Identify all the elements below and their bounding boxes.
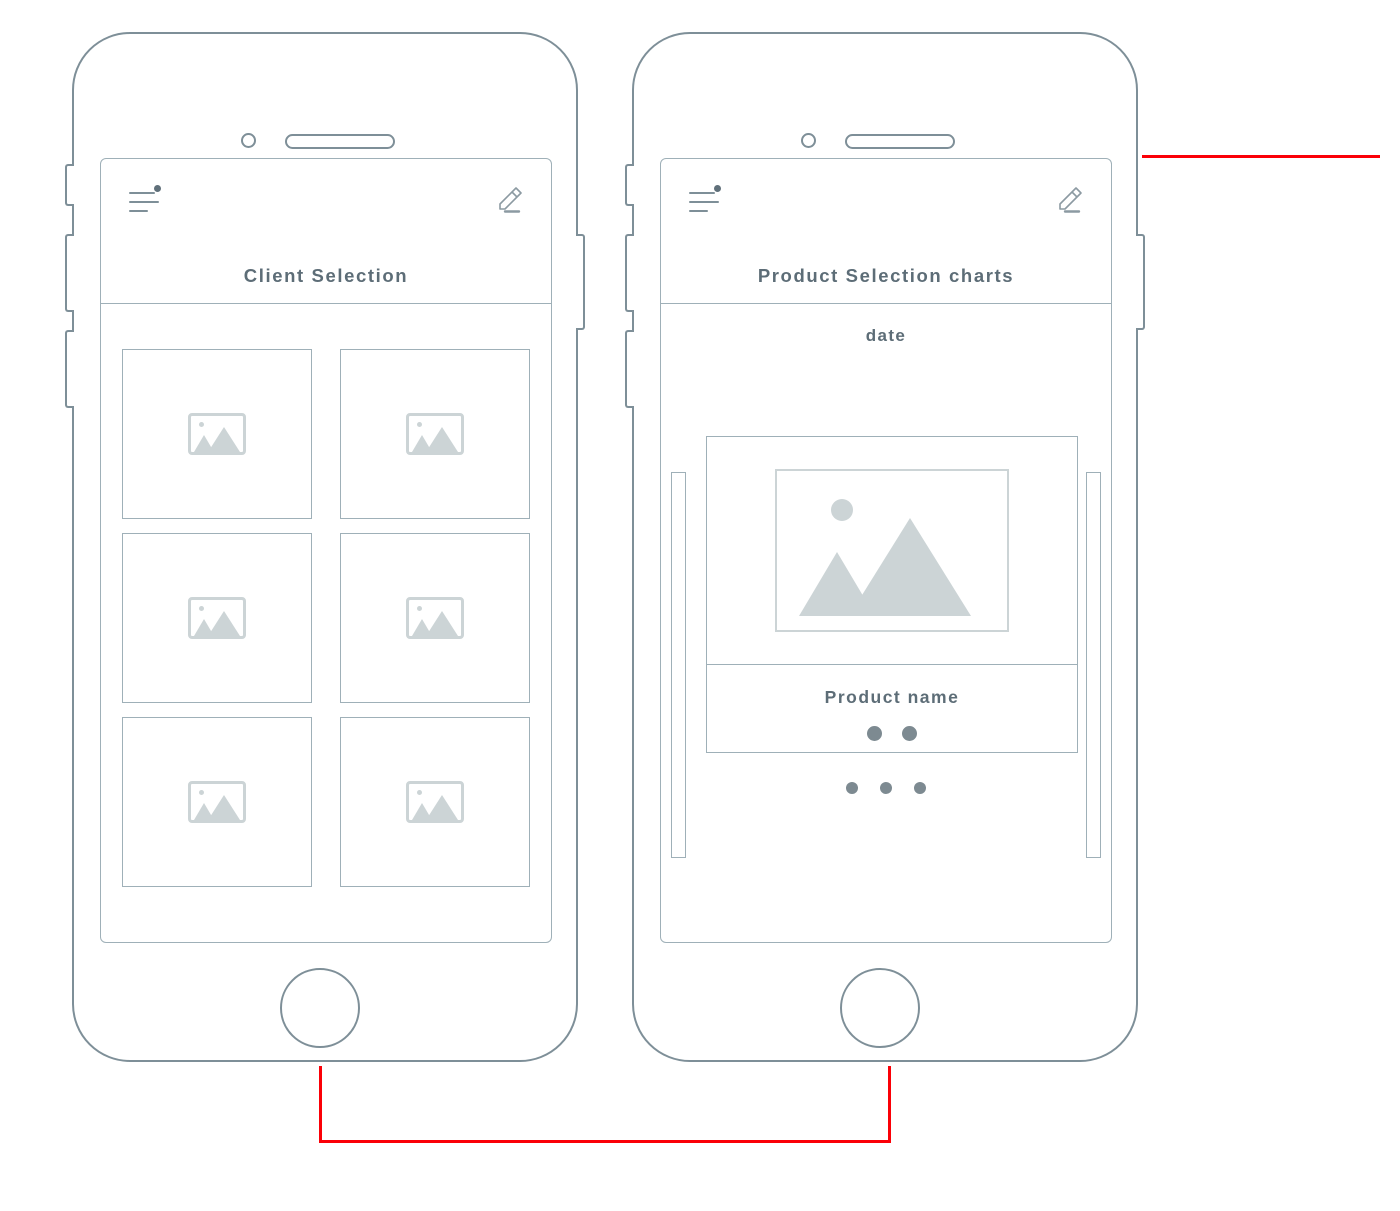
mute-switch-button[interactable] xyxy=(65,164,74,206)
earpiece-speaker-icon xyxy=(285,134,395,149)
client-grid xyxy=(122,349,530,887)
carousel-prev-rail[interactable] xyxy=(671,472,686,858)
power-button[interactable] xyxy=(1136,234,1145,330)
hamburger-menu-icon[interactable] xyxy=(689,185,723,219)
date-label: date xyxy=(865,326,907,345)
client-grid-item[interactable] xyxy=(340,533,530,703)
phone-mockup-product-selection: Product Selection charts date Product na… xyxy=(625,32,1145,1062)
home-button[interactable] xyxy=(280,968,360,1048)
flow-connector-horizontal xyxy=(319,1140,891,1143)
image-placeholder-icon xyxy=(188,413,246,455)
page-dot[interactable] xyxy=(880,782,892,794)
card-dot[interactable] xyxy=(867,726,882,741)
card-dot[interactable] xyxy=(902,726,917,741)
pencil-edit-icon[interactable] xyxy=(493,183,527,217)
volume-down-button[interactable] xyxy=(625,234,634,312)
page-title: Client Selection xyxy=(243,265,409,286)
screen-product-selection-charts: Product Selection charts date Product na… xyxy=(660,158,1112,943)
carousel-page-dots[interactable] xyxy=(661,782,1111,794)
menu-badge-dot-icon xyxy=(154,185,161,192)
flow-connector-up-to-screen2 xyxy=(888,1066,891,1143)
client-grid-item[interactable] xyxy=(122,717,312,887)
page-dot[interactable] xyxy=(846,782,858,794)
flow-connector-down-from-screen1 xyxy=(319,1066,322,1143)
pencil-edit-icon[interactable] xyxy=(1053,183,1087,217)
home-button[interactable] xyxy=(840,968,920,1048)
earpiece-speaker-icon xyxy=(845,134,955,149)
product-card-media xyxy=(707,437,1077,665)
page-dot[interactable] xyxy=(914,782,926,794)
client-grid-body xyxy=(101,304,551,942)
carousel-next-rail[interactable] xyxy=(1086,472,1101,858)
flow-connector-top-right xyxy=(1142,155,1380,158)
hamburger-menu-icon[interactable] xyxy=(129,185,163,219)
image-placeholder-icon xyxy=(775,469,1009,632)
phone-mockup-client-selection: Client Selection xyxy=(65,32,585,1062)
front-camera-icon xyxy=(801,133,816,148)
product-card-footer: Product name xyxy=(707,665,1077,753)
screen-client-selection: Client Selection xyxy=(100,158,552,943)
page-title: Product Selection charts xyxy=(757,265,1015,286)
image-placeholder-icon xyxy=(406,413,464,455)
client-grid-item[interactable] xyxy=(340,349,530,519)
product-card[interactable]: Product name xyxy=(706,436,1078,753)
volume-up-button[interactable] xyxy=(65,330,74,408)
front-camera-icon xyxy=(241,133,256,148)
image-placeholder-icon xyxy=(406,597,464,639)
appbar: Product Selection charts xyxy=(661,159,1111,304)
volume-up-button[interactable] xyxy=(625,330,634,408)
product-name-label: Product name xyxy=(824,687,960,707)
product-card-dots[interactable] xyxy=(707,726,1077,741)
appbar: Client Selection xyxy=(101,159,551,304)
client-grid-item[interactable] xyxy=(340,717,530,887)
volume-down-button[interactable] xyxy=(65,234,74,312)
wireframe-canvas: Client Selection Product Selection chart… xyxy=(0,0,1400,1211)
client-grid-item[interactable] xyxy=(122,349,312,519)
product-carousel-body: date Product name xyxy=(661,304,1111,942)
image-placeholder-icon xyxy=(188,781,246,823)
power-button[interactable] xyxy=(576,234,585,330)
client-grid-item[interactable] xyxy=(122,533,312,703)
mute-switch-button[interactable] xyxy=(625,164,634,206)
menu-badge-dot-icon xyxy=(714,185,721,192)
image-placeholder-icon xyxy=(406,781,464,823)
image-placeholder-icon xyxy=(188,597,246,639)
